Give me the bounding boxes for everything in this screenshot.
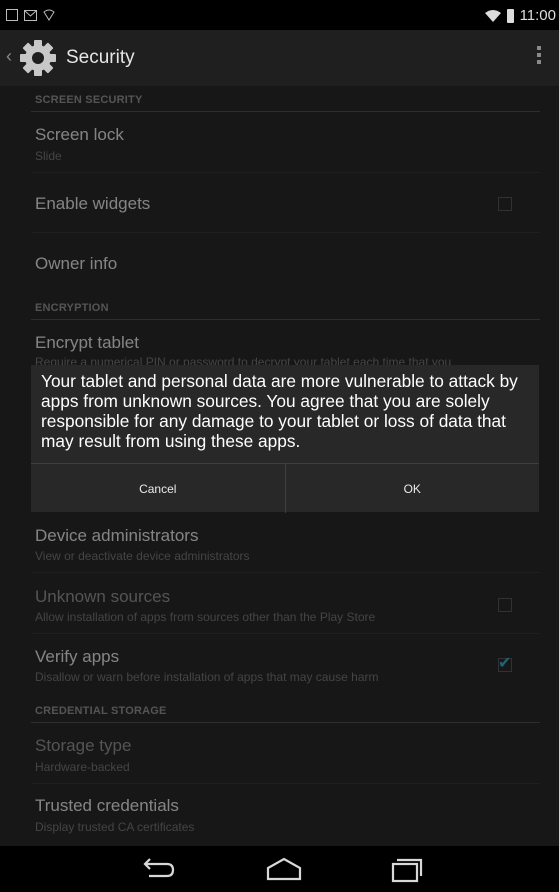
status-indicators: 11:00 [484,7,556,24]
cancel-button[interactable]: Cancel [31,464,285,513]
action-bar: ‹ Security [0,30,559,86]
status-bar: 11:00 [0,0,559,30]
navigation-bar [0,846,559,892]
notification-icon [43,9,55,21]
back-icon[interactable] [137,854,181,884]
gmail-icon [24,9,37,21]
screenshot-icon [6,9,18,21]
wifi-icon [484,9,501,22]
battery-icon [506,8,514,23]
unknown-sources-dialog: Your tablet and personal data are more v… [31,365,539,513]
ok-button[interactable]: OK [284,464,540,513]
dialog-message: Your tablet and personal data are more v… [41,371,518,451]
up-caret-icon[interactable]: ‹ [6,46,12,67]
clock: 11:00 [519,7,556,24]
overflow-menu-icon[interactable] [537,46,541,64]
gear-icon[interactable] [18,38,58,78]
recents-icon[interactable] [384,854,428,884]
notification-icons [6,9,55,21]
home-icon[interactable] [262,854,306,884]
dialog-button-bar: Cancel OK [31,463,539,513]
page-title: Security [66,47,135,68]
